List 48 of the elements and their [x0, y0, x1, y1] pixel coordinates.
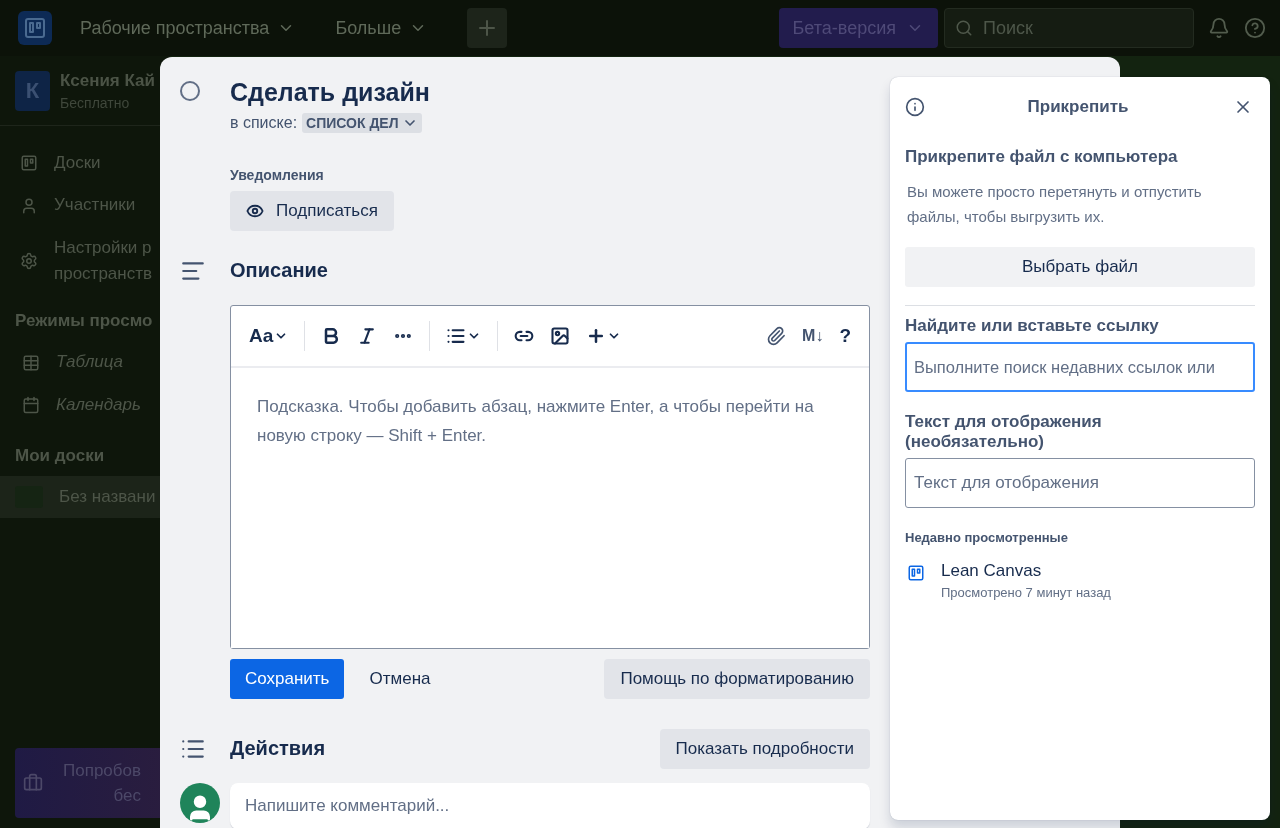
section-heading: Действия	[230, 737, 326, 760]
avatar-icon	[180, 782, 220, 823]
cancel-button[interactable]: Отмена	[354, 658, 446, 699]
help-button[interactable]: ?	[835, 320, 855, 351]
create-button[interactable]	[467, 8, 508, 48]
section-heading: Режимы просмо	[14, 310, 154, 333]
top-menu[interactable]: Больше	[335, 11, 428, 45]
settings-icon	[20, 252, 38, 271]
choose-file-button[interactable]: Выбрать файл	[905, 247, 1255, 287]
table-icon	[22, 353, 40, 372]
upload-hint: Вы можете просто перетянуть и отпустить файлы, чтобы выгрузить их.	[907, 182, 1203, 227]
watch-button[interactable]: Подписаться	[230, 190, 394, 231]
complete-checkbox[interactable]	[180, 81, 200, 101]
display-text-label: Текст для отображения (необязательно)	[905, 412, 1103, 452]
info-icon[interactable]	[905, 97, 925, 117]
search-icon	[955, 19, 973, 37]
link-field[interactable]: Выполните поиск недавних ссылок или	[905, 342, 1255, 392]
show-details-button[interactable]: Показать подробности	[659, 728, 870, 769]
formatting-help-button[interactable]: Помощь по форматированию	[604, 658, 870, 699]
person-icon	[20, 196, 38, 215]
popover-title: Прикрепить	[1027, 97, 1129, 117]
search-input[interactable]: Поиск	[981, 16, 1171, 40]
upload-heading: Прикрепите файл с компьютера	[905, 147, 1179, 167]
display-text-field[interactable]: Текст для отображения	[905, 458, 1255, 508]
notifications-label: Уведомления	[230, 166, 325, 183]
board-icon	[20, 154, 38, 173]
comment-field[interactable]: Напишите комментарий...	[230, 782, 870, 828]
briefcase-icon	[23, 773, 43, 793]
text-style-button[interactable]: Aa	[245, 320, 293, 351]
notification-icon[interactable]	[1208, 17, 1230, 39]
markdown-button[interactable]: M↓	[798, 322, 828, 349]
section-heading: Мои доски	[14, 445, 106, 468]
app-logo[interactable]	[18, 11, 52, 45]
search-field[interactable]: Поиск	[944, 8, 1194, 48]
list-selector[interactable]: СПИСОК ДЕЛ	[302, 112, 422, 133]
calendar-icon	[22, 395, 40, 414]
description-editor[interactable]: Aa M↓ ? Подсказка. Чтобы добавить абзац, нажмите Enter, а чтобы перейти на новую строку — Shift + Enter.	[230, 304, 870, 649]
recent-heading: Недавно просмотренные	[905, 530, 1069, 545]
save-button[interactable]: Сохранить	[230, 658, 345, 699]
workspace-name: Ксения Кай	[60, 70, 155, 91]
board-icon	[907, 564, 925, 582]
section-heading: Описание	[230, 259, 328, 282]
recent-item[interactable]: Lean Canvas Просмотрено 7 минут назад	[905, 553, 1255, 608]
link-label: Найдите или вставьте ссылку	[905, 316, 1160, 336]
list-label: в списке:	[230, 113, 298, 132]
card-title: Сделать дизайн	[230, 79, 431, 107]
help-icon[interactable]	[1244, 17, 1266, 39]
top-menu[interactable]: Рабочие пространства	[80, 11, 296, 45]
